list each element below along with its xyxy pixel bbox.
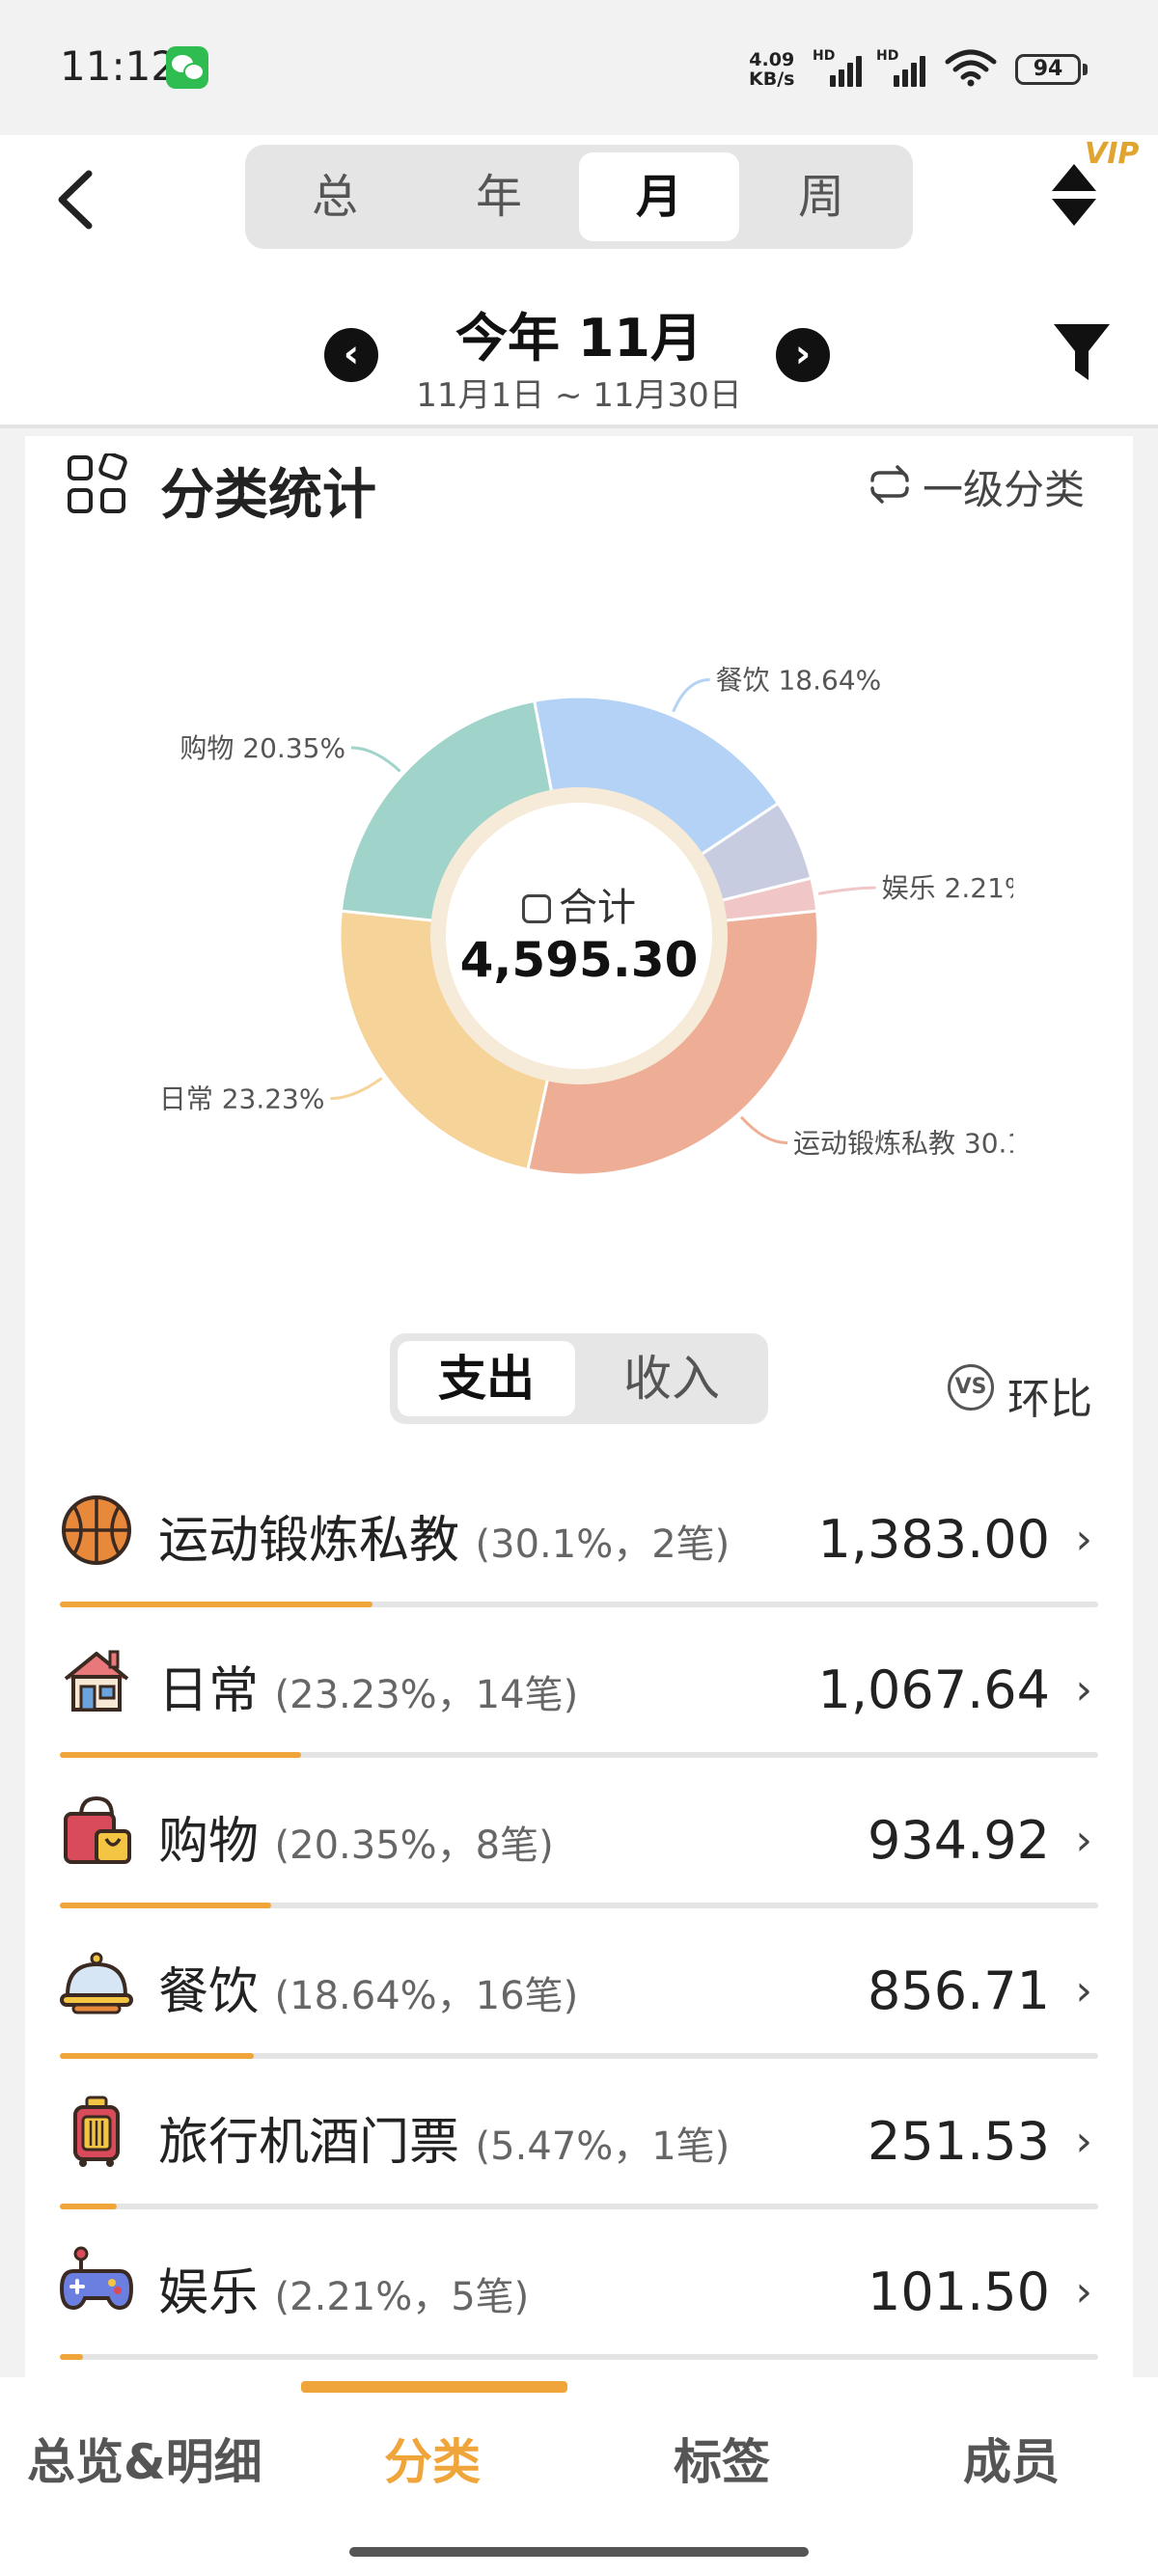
period-title: 今年 11月	[455, 308, 703, 369]
progress-track	[60, 2354, 1098, 2360]
signal-icon-2: HD	[876, 48, 930, 87]
category-name: 餐饮	[158, 1963, 260, 2021]
expense-tab[interactable]: 支出	[398, 1341, 575, 1416]
callout-label: 餐饮 18.64%	[716, 665, 882, 697]
callout-label: 娱乐 2.21%	[882, 872, 1013, 904]
category-row[interactable]: 运动锻炼私教 (30.1%，2笔) 1,383.00 ›	[60, 1476, 1098, 1627]
progress-fill	[60, 2204, 117, 2209]
wifi-icon	[945, 49, 997, 87]
chevron-right-icon: ›	[1075, 1665, 1092, 1714]
shopping-bag-icon	[64, 1795, 131, 1864]
category-meta: (2.21%，5笔)	[274, 2275, 530, 2319]
callout-label: 日常 23.23%	[159, 1083, 325, 1115]
callout-line	[672, 678, 710, 713]
home-indicator	[349, 2547, 809, 2557]
tab-total[interactable]: 总	[255, 152, 415, 241]
basketball-icon	[62, 1495, 131, 1565]
category-row[interactable]: 餐饮 (18.64%，16笔) 856.71 ›	[60, 1928, 1098, 2078]
header-divider	[0, 425, 1158, 428]
callout-line	[330, 1077, 383, 1101]
chevron-right-icon: ›	[1075, 1816, 1092, 1865]
progress-track	[60, 1602, 1098, 1607]
battery-tip	[1083, 64, 1088, 75]
card-title: 分类统计	[160, 464, 376, 527]
house-icon	[64, 1650, 129, 1712]
nav-category[interactable]: 分类	[384, 2424, 481, 2493]
period-range: 11月1日 ~ 11月30日	[416, 376, 742, 415]
net-speed: 4.09 KB/s	[749, 49, 795, 90]
tab-week[interactable]: 周	[741, 152, 901, 241]
progress-fill	[60, 1602, 372, 1607]
level-toggle-label: 一级分类	[923, 466, 1086, 513]
donut-center-total: 4,595.30	[459, 932, 699, 988]
chevron-right-icon: ›	[1075, 1966, 1092, 2015]
category-row[interactable]: 旅行机酒门票 (5.47%，1笔) 251.53 ›	[60, 2078, 1098, 2229]
progress-track	[60, 2053, 1098, 2059]
category-amount: 1,383.00	[817, 1509, 1050, 1570]
suitcase-icon	[73, 2096, 120, 2167]
signal-icon: HD	[813, 48, 867, 87]
callout-line	[739, 1115, 788, 1145]
category-name: 日常	[158, 1662, 260, 1720]
chevron-right-icon: ›	[1075, 2267, 1092, 2316]
category-meta: (5.47%，1笔)	[475, 2124, 731, 2169]
gamepad-icon	[60, 2246, 133, 2311]
progress-fill	[60, 2053, 254, 2059]
callout-label: 购物 20.35%	[179, 732, 345, 764]
filter-icon[interactable]	[1052, 320, 1112, 384]
nav-overview[interactable]: 总览&明细	[27, 2424, 262, 2493]
category-name: 运动锻炼私教	[158, 1512, 460, 1570]
category-grid-icon	[68, 453, 127, 513]
category-row[interactable]: 购物 (20.35%，8笔) 934.92 ›	[60, 1777, 1098, 1928]
vs-icon[interactable]: VS	[948, 1364, 994, 1411]
callout-label: 运动锻炼私教 30.1%	[793, 1128, 1013, 1160]
category-amount: 934.92	[868, 1810, 1050, 1871]
progress-track	[60, 2204, 1098, 2209]
expand-icon	[522, 894, 551, 923]
category-meta: (20.35%，8笔)	[274, 1823, 554, 1868]
category-amount: 856.71	[868, 1960, 1050, 2021]
category-name: 娱乐	[158, 2264, 260, 2322]
vip-badge: VIP	[1085, 137, 1140, 171]
battery-icon: 94	[1015, 54, 1081, 85]
food-cloche-icon	[60, 1952, 133, 2014]
nav-tags[interactable]: 标签	[674, 2424, 770, 2493]
progress-fill	[60, 1752, 301, 1758]
status-time: 11:12	[60, 42, 178, 90]
category-meta: (18.64%，16笔)	[274, 1974, 579, 2018]
back-icon[interactable]	[48, 166, 106, 233]
sort-icon[interactable]	[1048, 162, 1100, 228]
category-meta: (23.23%，14笔)	[274, 1673, 579, 1717]
category-row[interactable]: 日常 (23.23%，14笔) 1,067.64 ›	[60, 1627, 1098, 1777]
chevron-right-icon: ›	[1075, 2117, 1092, 2166]
category-amount: 101.50	[868, 2261, 1050, 2322]
prev-period-button[interactable]: ‹	[324, 328, 378, 382]
progress-track	[60, 1752, 1098, 1758]
tab-year[interactable]: 年	[419, 152, 579, 241]
callout-line	[817, 886, 876, 895]
progress-fill	[60, 2354, 83, 2360]
active-tab-indicator	[301, 2381, 567, 2393]
progress-track	[60, 1903, 1098, 1908]
category-amount: 1,067.64	[817, 1659, 1050, 1720]
income-tab[interactable]: 收入	[583, 1341, 760, 1416]
nav-members[interactable]: 成员	[963, 2424, 1060, 2493]
period-type-tabs: 总 年 月 周	[245, 145, 913, 249]
tab-month[interactable]: 月	[579, 152, 739, 241]
category-meta: (30.1%，2笔)	[475, 1522, 731, 1567]
next-period-button[interactable]: ›	[776, 328, 830, 382]
income-expense-toggle: 支出 收入	[390, 1333, 768, 1424]
callout-line	[351, 746, 401, 773]
swap-icon	[870, 465, 909, 504]
chevron-right-icon: ›	[1075, 1515, 1092, 1564]
category-name: 购物	[158, 1813, 260, 1871]
category-row[interactable]: 娱乐 (2.21%，5笔) 101.50 ›	[60, 2229, 1098, 2379]
progress-fill	[60, 1903, 271, 1908]
category-amount: 251.53	[868, 2111, 1050, 2172]
compare-button[interactable]: 环比	[1007, 1364, 1092, 1426]
category-name: 旅行机酒门票	[158, 2114, 460, 2172]
wechat-icon	[166, 46, 208, 89]
donut-center-label: 合计	[454, 876, 704, 932]
